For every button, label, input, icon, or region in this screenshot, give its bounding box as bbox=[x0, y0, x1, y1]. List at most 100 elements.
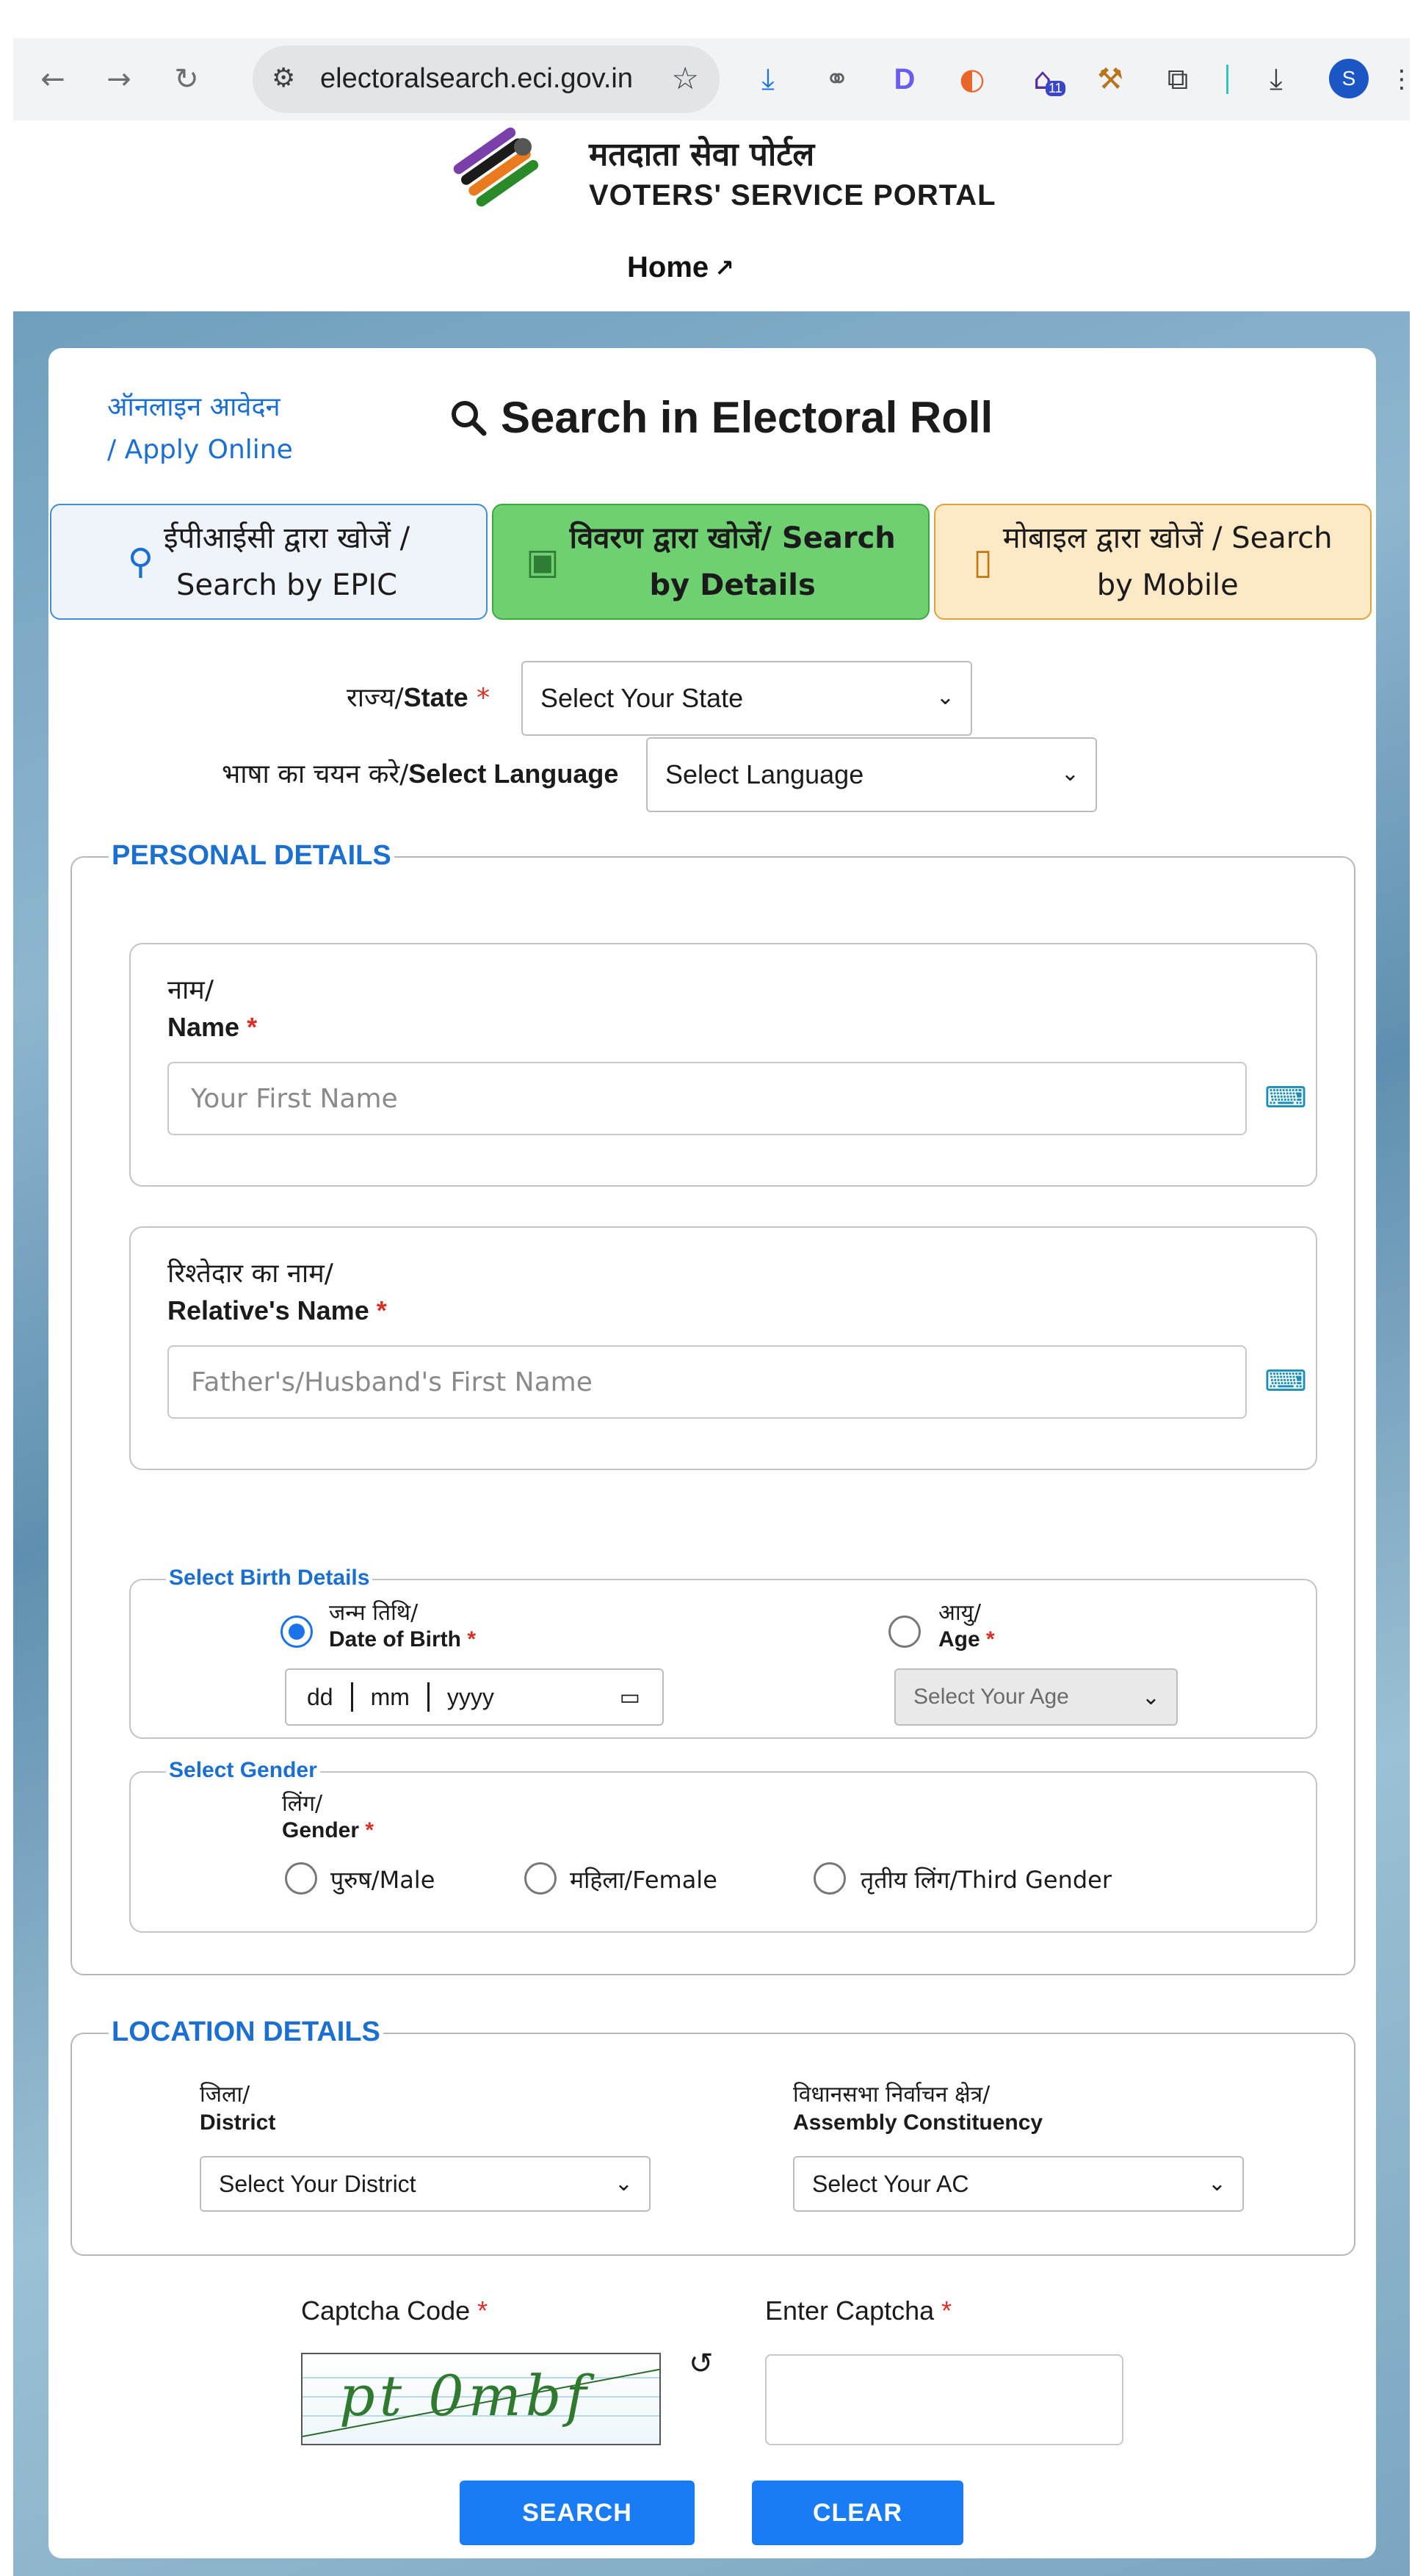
download-extension-icon[interactable]: ⤓ bbox=[749, 60, 787, 98]
age-select-value: Select Your Age bbox=[913, 1685, 1069, 1709]
home-link-label[interactable]: Home bbox=[627, 251, 709, 284]
gender-label-hindi: लिंग/ bbox=[282, 1791, 323, 1817]
date-separator bbox=[427, 1682, 430, 1712]
dob-label: Date of Birth * bbox=[329, 1627, 476, 1652]
downloads-icon[interactable]: ⤓ bbox=[1257, 60, 1295, 98]
half-circle-extension-icon[interactable]: ◐ bbox=[953, 60, 991, 98]
state-label-english: State bbox=[403, 682, 468, 712]
refresh-captcha-icon[interactable]: ↺ bbox=[689, 2347, 714, 2381]
name-label: Name * bbox=[167, 1012, 257, 1043]
chevron-down-icon: ⌄ bbox=[1060, 761, 1079, 786]
birth-details-box: Select Birth Details जन्म तिथि/ Date of … bbox=[129, 1566, 1317, 1739]
reload-icon[interactable]: ↻ bbox=[169, 62, 204, 97]
d-extension-icon[interactable]: D bbox=[886, 60, 924, 98]
gender-box: Select Gender लिंग/ Gender * पुरुष/Male … bbox=[129, 1758, 1317, 1933]
gender-third-radio[interactable] bbox=[814, 1862, 846, 1895]
tab-mobile-line1: मोबाइल द्वारा खोजें / Search bbox=[1002, 521, 1333, 555]
enter-captcha-required-mark: * bbox=[941, 2295, 952, 2326]
district-label-english: District bbox=[200, 2110, 276, 2135]
relative-label-hindi: रिश्तेदार का नाम/ bbox=[167, 1259, 333, 1289]
gender-label-english: Gender bbox=[282, 1818, 360, 1842]
birth-details-legend: Select Birth Details bbox=[166, 1566, 373, 1591]
ac-select[interactable]: Select Your AC ⌄ bbox=[793, 2156, 1244, 2212]
apply-online-link[interactable]: ऑनलाइन आवेदन / Apply Online bbox=[107, 386, 293, 471]
date-yyyy[interactable]: yyyy bbox=[447, 1684, 494, 1711]
apply-online-english[interactable]: / Apply Online bbox=[107, 429, 293, 471]
gender-female-label[interactable]: महिला/Female bbox=[570, 1864, 717, 1895]
ac-select-value: Select Your AC bbox=[812, 2170, 969, 2197]
relative-name-input[interactable]: Father's/Husband's First Name bbox=[167, 1345, 1247, 1419]
page-title-text: Search in Electoral Roll bbox=[501, 393, 993, 442]
gender-male-radio[interactable] bbox=[285, 1862, 317, 1895]
brand-title-english: VOTERS' SERVICE PORTAL bbox=[589, 179, 996, 211]
apply-online-hindi[interactable]: ऑनलाइन आवेदन bbox=[107, 386, 293, 429]
tab-details-line2: by Details bbox=[649, 568, 816, 602]
search-icon bbox=[452, 400, 487, 435]
relative-label: Relative's Name * bbox=[167, 1295, 387, 1326]
captcha-required-mark: * bbox=[477, 2295, 488, 2326]
mobile-phone-icon: ▯ bbox=[973, 541, 993, 582]
dob-label-english: Date of Birth bbox=[329, 1627, 461, 1651]
date-mm[interactable]: mm bbox=[371, 1684, 410, 1711]
first-name-input[interactable]: Your First Name bbox=[167, 1062, 1247, 1135]
browser-toolbar: ← → ↻ ⚙ electoralsearch.eci.gov.in ☆ ⤓ ⚭… bbox=[13, 38, 1414, 120]
tab-search-by-epic[interactable]: ⚲ ईपीआईसी द्वारा खोजें / Search by EPIC bbox=[50, 504, 488, 620]
tab-mobile-line2: by Mobile bbox=[1096, 568, 1239, 602]
age-radio[interactable] bbox=[888, 1616, 921, 1648]
dob-date-input[interactable]: dd mm yyyy ▭ bbox=[285, 1668, 664, 1726]
tab-epic-line2: Search by EPIC bbox=[176, 568, 398, 602]
gender-legend: Select Gender bbox=[166, 1758, 320, 1783]
forward-icon[interactable]: → bbox=[101, 62, 137, 97]
state-required-mark: * bbox=[477, 683, 490, 713]
relative-required-mark: * bbox=[376, 1295, 387, 1325]
tools-extension-icon[interactable]: ⚒ bbox=[1091, 60, 1129, 98]
graduation-cap-extension-icon[interactable]: ⌂ 11 bbox=[1024, 60, 1065, 98]
dob-radio[interactable] bbox=[280, 1616, 313, 1648]
gender-female-radio[interactable] bbox=[524, 1862, 557, 1895]
id-card-icon: ▣ bbox=[526, 541, 560, 582]
home-link[interactable]: Home ↗ bbox=[627, 251, 734, 284]
district-select[interactable]: Select Your District ⌄ bbox=[200, 2156, 651, 2212]
back-icon[interactable]: ← bbox=[35, 62, 70, 97]
menu-kebab-icon[interactable]: ⋮ bbox=[1389, 60, 1414, 98]
tab-search-by-details[interactable]: ▣ विवरण द्वारा खोजें/ Search by Details bbox=[492, 504, 930, 620]
chevron-down-icon: ⌄ bbox=[614, 2171, 633, 2196]
name-label-hindi: नाम/ bbox=[167, 975, 214, 1005]
link-extension-icon[interactable]: ⚭ bbox=[818, 60, 856, 98]
enter-captcha-label-text: Enter Captcha bbox=[765, 2295, 935, 2326]
language-select[interactable]: Select Language ⌄ bbox=[646, 737, 1097, 812]
site-info-icon[interactable]: ⚙ bbox=[272, 63, 295, 93]
gender-male-label[interactable]: पुरुष/Male bbox=[330, 1864, 435, 1895]
clear-button[interactable]: CLEAR bbox=[752, 2481, 963, 2545]
personal-details-legend: PERSONAL DETAILS bbox=[109, 840, 394, 872]
language-label-hindi: भाषा का चयन करे/ bbox=[222, 759, 409, 789]
search-button[interactable]: SEARCH bbox=[460, 2481, 695, 2545]
captcha-code-label: Captcha Code * bbox=[301, 2295, 488, 2326]
puzzle-extensions-icon[interactable]: ⧉ bbox=[1159, 60, 1197, 98]
gender-third-label[interactable]: तृतीय लिंग/Third Gender bbox=[861, 1864, 1112, 1895]
tab-search-by-mobile[interactable]: ▯ मोबाइल द्वारा खोजें / Search by Mobile bbox=[934, 504, 1372, 620]
user-search-icon: ⚲ bbox=[127, 541, 154, 582]
chevron-down-icon: ⌄ bbox=[1141, 1685, 1160, 1710]
brand-title-hindi: मतदाता सेवा पोर्टल bbox=[589, 136, 815, 173]
personal-details-fieldset: PERSONAL DETAILS नाम/ Name * Your First … bbox=[70, 840, 1355, 1975]
first-name-placeholder: Your First Name bbox=[191, 1083, 398, 1114]
age-label: Age * bbox=[938, 1627, 995, 1652]
url-text[interactable]: electoralsearch.eci.gov.in bbox=[320, 63, 633, 95]
gender-label: Gender * bbox=[282, 1818, 374, 1843]
keyboard-icon[interactable]: ⌨ bbox=[1264, 1081, 1307, 1115]
address-bar[interactable]: ⚙ electoralsearch.eci.gov.in ☆ bbox=[253, 46, 720, 113]
location-details-fieldset: LOCATION DETAILS जिला/ District Select Y… bbox=[70, 2016, 1355, 2256]
relative-label-english: Relative's Name bbox=[167, 1295, 369, 1325]
profile-avatar[interactable]: S bbox=[1329, 59, 1369, 98]
date-dd[interactable]: dd bbox=[307, 1684, 333, 1711]
keyboard-icon[interactable]: ⌨ bbox=[1264, 1364, 1307, 1398]
district-select-value: Select Your District bbox=[219, 2170, 416, 2197]
gender-required-mark: * bbox=[365, 1818, 374, 1842]
age-select[interactable]: Select Your Age ⌄ bbox=[894, 1668, 1178, 1726]
calendar-icon[interactable]: ▭ bbox=[620, 1685, 640, 1710]
state-select[interactable]: Select Your State ⌄ bbox=[521, 661, 972, 736]
captcha-input[interactable] bbox=[765, 2354, 1123, 2445]
captcha-text: pt 0mbf bbox=[339, 2363, 591, 2428]
bookmark-star-icon[interactable]: ☆ bbox=[671, 60, 699, 96]
